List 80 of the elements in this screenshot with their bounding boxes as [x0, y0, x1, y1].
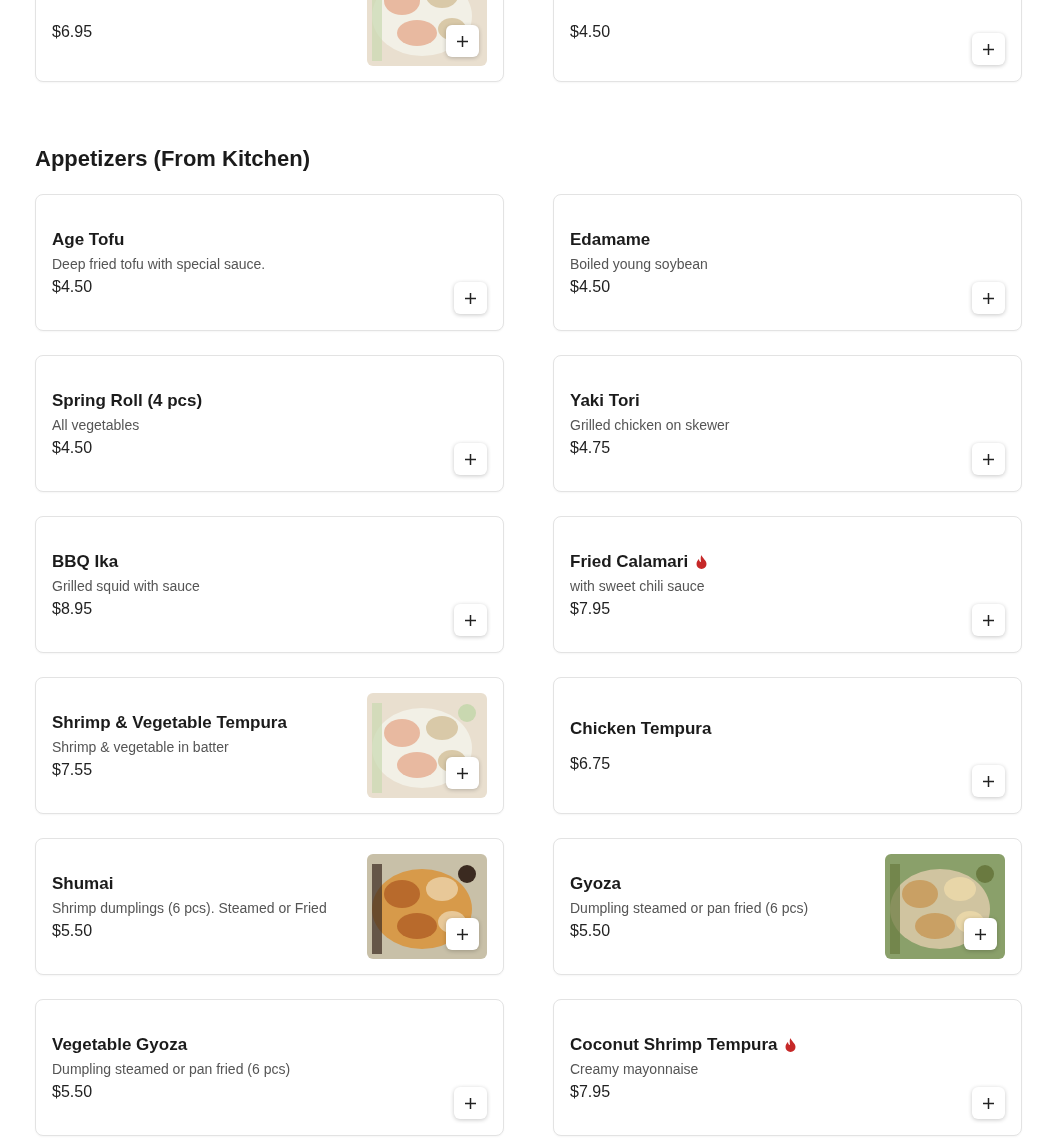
item-price: $7.95 — [570, 1082, 612, 1101]
item-description: All vegetables — [52, 416, 141, 433]
item-description: Grilled chicken on skewer — [570, 416, 731, 433]
menu-item-card[interactable]: Coconut Shrimp Tempura Creamy mayonnaise $7.95 — [553, 999, 1022, 1136]
item-description: Dumpling steamed or pan fried (6 pcs) — [570, 899, 810, 916]
menu-item-card[interactable]: Age Tofu Deep fried tofu with special sauce. $4.50 — [35, 194, 504, 331]
section-heading: Appetizers (From Kitchen) — [35, 145, 312, 173]
item-price: $7.55 — [52, 760, 94, 779]
item-price: $5.50 — [52, 1082, 94, 1101]
item-name: Fried Calamari — [570, 551, 689, 572]
menu-item-card[interactable]: BBQ Ika Grilled squid with sauce $8.95 — [35, 516, 504, 653]
menu-item-card[interactable]: $4.50 — [553, 0, 1022, 82]
item-description: Boiled young soybean — [570, 255, 709, 272]
plus-icon — [983, 43, 994, 55]
item-description: Dumpling steamed or pan fried (6 pcs) — [52, 1060, 292, 1077]
item-name: Edamame — [570, 229, 651, 250]
item-description: Grilled squid with sauce — [52, 577, 201, 594]
plus-icon — [457, 767, 468, 779]
menu-item-card[interactable]: Vegetable Gyoza Dumpling steamed or pan fried (6 pcs) $5.50 — [35, 999, 504, 1136]
add-button[interactable] — [964, 918, 997, 950]
item-name: Vegetable Gyoza — [52, 1034, 188, 1055]
plus-icon — [465, 453, 476, 465]
item-price: $6.95 — [52, 22, 94, 41]
menu-item-card[interactable]: Spring Roll (4 pcs) All vegetables $4.50 — [35, 355, 504, 492]
add-button[interactable] — [454, 1087, 487, 1119]
menu-item-card[interactable]: Edamame Boiled young soybean $4.50 — [553, 194, 1022, 331]
item-description: Shrimp dumplings (6 pcs). Steamed or Fried — [52, 899, 328, 916]
add-button[interactable] — [972, 765, 1005, 797]
item-description: Deep fried tofu with special sauce. — [52, 255, 267, 272]
plus-icon — [457, 35, 468, 47]
plus-icon — [983, 775, 994, 787]
plus-icon — [983, 292, 994, 304]
item-price: $8.95 — [52, 599, 94, 618]
add-button[interactable] — [446, 757, 479, 789]
plus-icon — [465, 292, 476, 304]
menu-item-card[interactable]: Fried Calamari with sweet chili sauce $7.95 — [553, 516, 1022, 653]
menu-item-card[interactable]: Shrimp & Vegetable Tempura Shrimp & vegetable in batter $7.55 — [35, 677, 504, 814]
plus-icon — [983, 614, 994, 626]
add-button[interactable] — [446, 918, 479, 950]
item-name: Shrimp & Vegetable Tempura — [52, 712, 287, 733]
item-name: Chicken Tempura — [570, 718, 712, 739]
add-button[interactable] — [972, 1087, 1005, 1119]
add-button[interactable] — [972, 33, 1005, 65]
item-name: Gyoza — [570, 873, 622, 894]
item-price: $5.50 — [52, 921, 94, 940]
item-price: $7.95 — [570, 599, 612, 618]
plus-icon — [983, 453, 994, 465]
item-name: Age Tofu — [52, 229, 125, 250]
menu-item-card[interactable]: Gyoza Dumpling steamed or pan fried (6 pcs) $5.50 — [553, 838, 1022, 975]
plus-icon — [457, 928, 468, 940]
item-name: Yaki Tori — [570, 390, 640, 411]
item-name: Coconut Shrimp Tempura — [570, 1034, 778, 1055]
item-price: $4.50 — [570, 277, 612, 296]
item-name: BBQ Ika — [52, 551, 119, 572]
item-price: $5.50 — [570, 921, 612, 940]
plus-icon — [975, 928, 986, 940]
menu-item-card[interactable]: Shumai Shrimp dumplings (6 pcs). Steamed or Fried $5.50 — [35, 838, 504, 975]
item-price: $4.50 — [570, 22, 612, 41]
plus-icon — [983, 1097, 994, 1109]
item-price: $4.50 — [52, 438, 94, 457]
add-button[interactable] — [972, 282, 1005, 314]
add-button[interactable] — [446, 25, 479, 57]
item-price: $6.75 — [570, 754, 612, 773]
add-button[interactable] — [972, 604, 1005, 636]
add-button[interactable] — [972, 443, 1005, 475]
plus-icon — [465, 1097, 476, 1109]
menu-item-card[interactable]: Chicken Tempura $6.75 — [553, 677, 1022, 814]
plus-icon — [465, 614, 476, 626]
menu-item-card[interactable]: Yaki Tori Grilled chicken on skewer $4.75 — [553, 355, 1022, 492]
item-name: Spring Roll (4 pcs) — [52, 390, 203, 411]
item-description: Shrimp & vegetable in batter — [52, 738, 230, 755]
add-button[interactable] — [454, 604, 487, 636]
item-description: Creamy mayonnaise — [570, 1060, 700, 1077]
add-button[interactable] — [454, 282, 487, 314]
item-description: with sweet chili sauce — [570, 577, 706, 594]
item-price: $4.50 — [52, 277, 94, 296]
add-button[interactable] — [454, 443, 487, 475]
menu-item-card[interactable]: $6.95 — [35, 0, 504, 82]
item-price: $4.75 — [570, 438, 612, 457]
item-name: Shumai — [52, 873, 114, 894]
